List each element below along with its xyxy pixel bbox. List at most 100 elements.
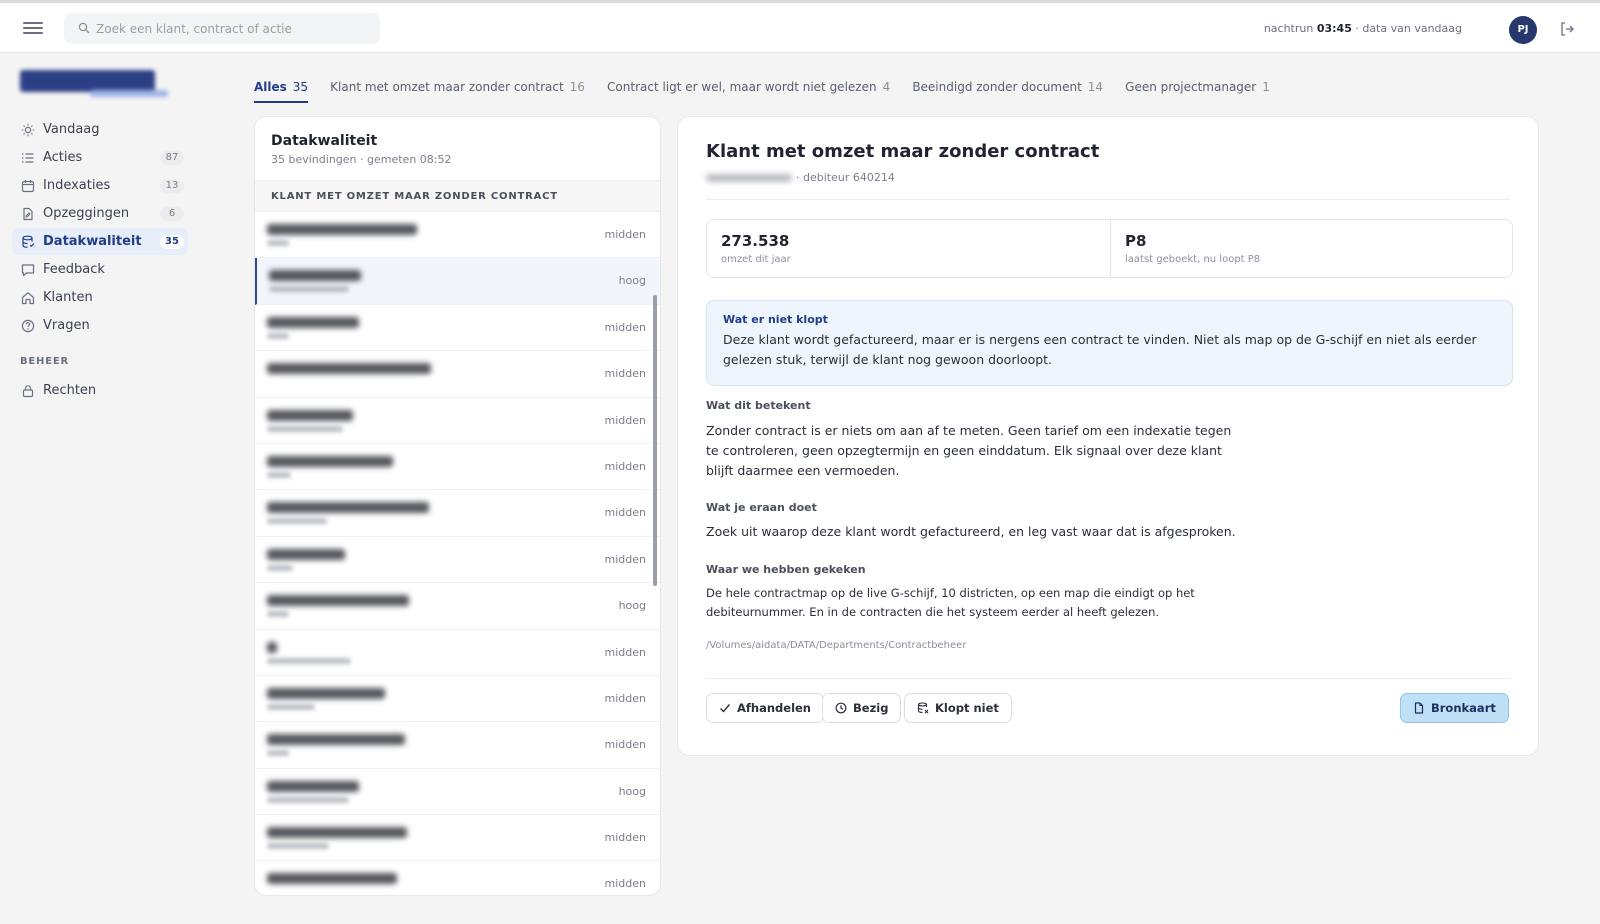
count-badge: 35: [160, 235, 184, 249]
detail-title: Klant met omzet maar zonder contract: [706, 141, 1100, 162]
search-box[interactable]: [64, 13, 380, 44]
search-icon: [78, 22, 90, 34]
sidebar-item-acties[interactable]: Acties 87: [12, 144, 188, 171]
sidebar-item-label: Opzeggingen: [43, 206, 130, 221]
tab-niet-gelezen[interactable]: Contract ligt er wel, maar wordt niet ge…: [607, 80, 890, 101]
severity-label: midden: [604, 831, 646, 845]
resolve-button[interactable]: Afhandelen: [706, 693, 824, 723]
finding-detail-panel: Klant met omzet maar zonder contract · d…: [677, 116, 1539, 756]
count-badge: 13: [160, 179, 184, 193]
list-item[interactable]: midden: [255, 490, 660, 537]
list-item[interactable]: midden: [255, 815, 660, 862]
sidebar-item-label: Indexaties: [43, 178, 111, 193]
tab-label: Contract ligt er wel, maar wordt niet ge…: [607, 80, 877, 94]
metric-revenue: 273.538 omzet dit jaar: [707, 220, 1110, 277]
list-item[interactable]: hoog: [255, 258, 660, 305]
document-icon: [1414, 702, 1424, 714]
sidebar-item-indexaties[interactable]: Indexaties 13: [12, 172, 188, 199]
meaning-text: Zonder contract is er niets om aan af te…: [706, 423, 1232, 478]
button-label: Klopt niet: [935, 701, 999, 715]
sidebar-item-vandaag[interactable]: Vandaag: [12, 116, 188, 143]
button-label: Bronkaart: [1431, 701, 1496, 715]
search-input[interactable]: [96, 13, 376, 44]
home-icon: [21, 292, 35, 305]
sidebar-item-feedback[interactable]: Feedback: [12, 256, 188, 283]
tab-count: 1: [1262, 80, 1270, 94]
folder-path: /Volumes/aidata/DATA/Departments/Contrac…: [706, 640, 967, 651]
sidebar-item-opzeggingen[interactable]: Opzeggingen 6: [12, 200, 188, 227]
calendar-icon: [21, 180, 35, 193]
filter-tabs: Alles 35 Klant met omzet maar zonder cont…: [254, 76, 1287, 103]
tab-label: Alles: [254, 80, 287, 94]
tab-zonder-contract[interactable]: Klant met omzet maar zonder contract 16: [330, 80, 585, 101]
source-card-button[interactable]: Bronkaart: [1400, 693, 1509, 723]
list-item[interactable]: midden: [255, 861, 660, 895]
severity-label: midden: [604, 367, 646, 381]
list-item[interactable]: hoog: [255, 583, 660, 630]
logout-icon[interactable]: [1559, 21, 1575, 37]
company-logo: [20, 68, 170, 100]
sidebar-item-label: Feedback: [43, 262, 105, 277]
avatar[interactable]: PJ: [1509, 16, 1537, 44]
findings-rows: midden hoog midden midden midden midden …: [255, 212, 660, 895]
list-item[interactable]: midden: [255, 630, 660, 676]
sidebar-item-vragen[interactable]: Vragen: [12, 312, 188, 339]
divider: [706, 199, 1510, 200]
sidebar-item-label: Rechten: [43, 383, 97, 398]
status-suffix: · data van vandaag: [1355, 22, 1462, 35]
list-item[interactable]: midden: [255, 722, 660, 769]
list-scrollbar[interactable]: [653, 295, 657, 586]
findings-list-panel: Datakwaliteit 35 bevindingen · gemeten 0…: [254, 116, 661, 896]
severity-label: midden: [604, 645, 646, 659]
menu-icon[interactable]: [23, 19, 43, 37]
divider: [706, 678, 1510, 679]
redacted-customer-name: [706, 174, 792, 182]
list-icon: [22, 153, 34, 163]
action-text: Zoek uit waarop deze klant wordt gefactu…: [706, 524, 1236, 539]
list-item[interactable]: midden: [255, 351, 660, 398]
list-item[interactable]: midden: [255, 537, 660, 584]
severity-label: midden: [604, 877, 646, 891]
tab-label: Klant met omzet maar zonder contract: [330, 80, 564, 94]
debtor-number: · debiteur 640214: [796, 171, 895, 184]
alert-text: Deze klant wordt gefactureerd, maar er i…: [723, 332, 1477, 367]
metric-label: laatst geboekt, nu loopt P8: [1125, 254, 1261, 265]
looked-text: De hele contractmap op de live G-schijf,…: [706, 586, 1195, 619]
list-title: Datakwaliteit: [271, 133, 378, 149]
status-prefix: nachtrun: [1263, 22, 1314, 35]
detail-subtitle: · debiteur 640214: [706, 171, 895, 184]
list-header: Datakwaliteit 35 bevindingen · gemeten 0…: [255, 117, 660, 181]
document-edit-icon: [23, 207, 33, 221]
severity-label: hoog: [618, 784, 646, 798]
sun-icon: [21, 123, 35, 137]
metrics-card: 273.538 omzet dit jaar P8 laatst geboekt…: [706, 219, 1513, 278]
tab-count: 35: [292, 80, 309, 94]
tab-alles[interactable]: Alles 35: [254, 80, 309, 103]
busy-button[interactable]: Bezig: [822, 693, 902, 723]
incorrect-button[interactable]: Klopt niet: [904, 693, 1012, 723]
list-item[interactable]: midden: [255, 676, 660, 723]
top-bar: nachtrun 03:45 · data van vandaag PJ: [0, 0, 1600, 53]
sidebar-section-label: BEHEER: [20, 356, 69, 367]
tab-count: 4: [882, 80, 891, 94]
list-item[interactable]: midden: [255, 398, 660, 444]
sidebar-item-label: Klanten: [43, 290, 93, 305]
list-item[interactable]: hoog: [255, 769, 660, 816]
check-icon: [720, 704, 731, 713]
tab-geen-projectmanager[interactable]: Geen projectmanager 1: [1125, 80, 1270, 101]
metric-period: P8 laatst geboekt, nu loopt P8: [1110, 220, 1513, 277]
sidebar-item-datakwaliteit[interactable]: Datakwaliteit 35: [12, 228, 188, 255]
run-status: nachtrun 03:45 · data van vandaag: [1264, 22, 1462, 35]
question-icon: [21, 319, 35, 333]
list-item[interactable]: midden: [255, 444, 660, 491]
severity-label: midden: [604, 691, 646, 705]
sidebar-item-klanten[interactable]: Klanten: [12, 284, 188, 311]
severity-label: midden: [604, 413, 646, 427]
list-subtitle: 35 bevindingen · gemeten 08:52: [271, 153, 452, 166]
tab-beeindigd[interactable]: Beeindigd zonder document 14: [912, 80, 1103, 101]
list-item[interactable]: midden: [255, 212, 660, 259]
tab-label: Beeindigd zonder document: [912, 80, 1082, 94]
list-item[interactable]: midden: [255, 305, 660, 352]
group-header: KLANT MET OMZET MAAR ZONDER CONTRACT: [255, 181, 660, 212]
sidebar-item-rechten[interactable]: Rechten: [12, 377, 188, 404]
